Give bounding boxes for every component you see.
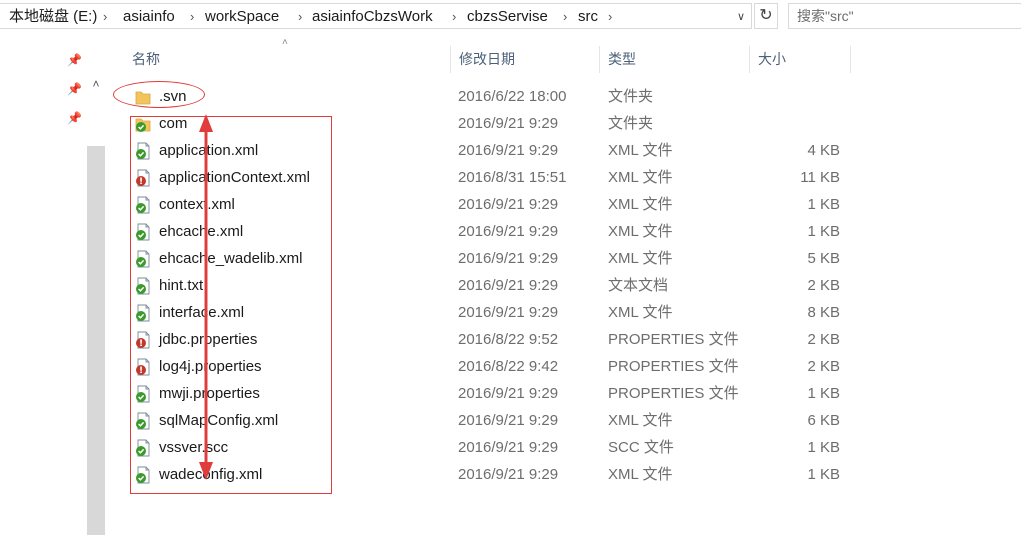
file-date: 2016/9/21 9:29 [458, 250, 559, 267]
breadcrumb-separator-icon[interactable]: › [190, 8, 194, 26]
annotation-box [130, 116, 332, 494]
file-size: 4 KB [807, 142, 840, 159]
column-header-size[interactable]: 大小 [750, 46, 850, 73]
file-size: 1 KB [807, 196, 840, 213]
column-header-type[interactable]: 类型 [600, 46, 749, 73]
file-date: 2016/9/21 9:29 [458, 115, 559, 132]
file-date: 2016/9/21 9:29 [458, 196, 559, 213]
file-date: 2016/9/21 9:29 [458, 223, 559, 240]
file-type: PROPERTIES 文件 [608, 331, 739, 348]
breadcrumb-asiainfocbzswork[interactable]: asiainfoCbzsWork [312, 8, 433, 26]
file-type: XML 文件 [608, 466, 673, 483]
breadcrumb-cbzsservise[interactable]: cbzsServise [467, 8, 548, 26]
file-size: 6 KB [807, 412, 840, 429]
file-type: SCC 文件 [608, 439, 674, 456]
file-date: 2016/8/31 15:51 [458, 169, 567, 186]
column-header-name[interactable]: 名称 [124, 46, 451, 73]
file-size: 2 KB [807, 358, 840, 375]
pin-icon[interactable]: 📌 [67, 53, 82, 67]
file-date: 2016/9/21 9:29 [458, 385, 559, 402]
file-size: 5 KB [807, 250, 840, 267]
breadcrumb-separator-icon[interactable]: › [103, 8, 107, 26]
pin-icon[interactable]: 📌 [67, 82, 82, 96]
breadcrumb-workspace[interactable]: workSpace [205, 8, 279, 26]
pin-icon[interactable]: 📌 [67, 111, 82, 125]
file-date: 2016/9/21 9:29 [458, 277, 559, 294]
file-type: XML 文件 [608, 169, 673, 186]
scroll-up-icon[interactable]: ˄ [90, 77, 102, 91]
search-box[interactable] [788, 3, 1021, 29]
file-size: 8 KB [807, 304, 840, 321]
file-type: 文件夹 [608, 115, 654, 132]
column-header-date[interactable]: 修改日期 [451, 46, 600, 73]
nav-scrollbar[interactable] [87, 146, 105, 535]
file-type: XML 文件 [608, 304, 673, 321]
file-date: 2016/9/21 9:29 [458, 304, 559, 321]
breadcrumb-src[interactable]: src [578, 8, 598, 26]
file-type: XML 文件 [608, 142, 673, 159]
breadcrumb-separator-icon[interactable]: › [452, 8, 456, 26]
file-type: XML 文件 [608, 250, 673, 267]
file-size: 2 KB [807, 331, 840, 348]
search-input[interactable] [797, 7, 1012, 25]
breadcrumb-separator-icon[interactable]: › [563, 8, 567, 26]
breadcrumb-separator-icon[interactable]: › [608, 8, 612, 26]
file-date: 2016/8/22 9:52 [458, 331, 559, 348]
breadcrumb-separator-icon[interactable]: › [298, 8, 302, 26]
chevron-down-icon[interactable]: ∨ [734, 9, 748, 25]
file-type: 文件夹 [608, 88, 654, 105]
file-date: 2016/6/22 18:00 [458, 88, 567, 105]
folder-row[interactable]: .svn 2016/6/22 18:00 文件夹 [105, 83, 845, 110]
file-size: 1 KB [807, 466, 840, 483]
file-date: 2016/9/21 9:29 [458, 412, 559, 429]
file-size: 1 KB [807, 223, 840, 240]
file-type: 文本文档 [608, 277, 669, 294]
file-type: PROPERTIES 文件 [608, 385, 739, 402]
refresh-icon[interactable]: ↻ [754, 3, 778, 29]
file-type: XML 文件 [608, 223, 673, 240]
file-type: XML 文件 [608, 196, 673, 213]
address-toolbar: 本地磁盘 (E:) › asiainfo › workSpace › asiai… [0, 0, 1021, 33]
file-size: 1 KB [807, 385, 840, 402]
file-date: 2016/9/21 9:29 [458, 466, 559, 483]
annotation-ellipse [113, 81, 205, 108]
file-size: 11 KB [800, 169, 840, 186]
file-type: XML 文件 [608, 412, 673, 429]
breadcrumb-asiainfo[interactable]: asiainfo [123, 8, 175, 26]
file-size: 2 KB [807, 277, 840, 294]
file-type: PROPERTIES 文件 [608, 358, 739, 375]
navigation-pane: 📌 📌 📌 ˄ [0, 33, 105, 535]
breadcrumb-drive[interactable]: 本地磁盘 (E:) [9, 8, 97, 26]
file-date: 2016/9/21 9:29 [458, 142, 559, 159]
address-bar[interactable]: 本地磁盘 (E:) › asiainfo › workSpace › asiai… [0, 3, 752, 29]
file-date: 2016/8/22 9:42 [458, 358, 559, 375]
column-divider[interactable] [850, 46, 851, 73]
file-date: 2016/9/21 9:29 [458, 439, 559, 456]
file-size: 1 KB [807, 439, 840, 456]
